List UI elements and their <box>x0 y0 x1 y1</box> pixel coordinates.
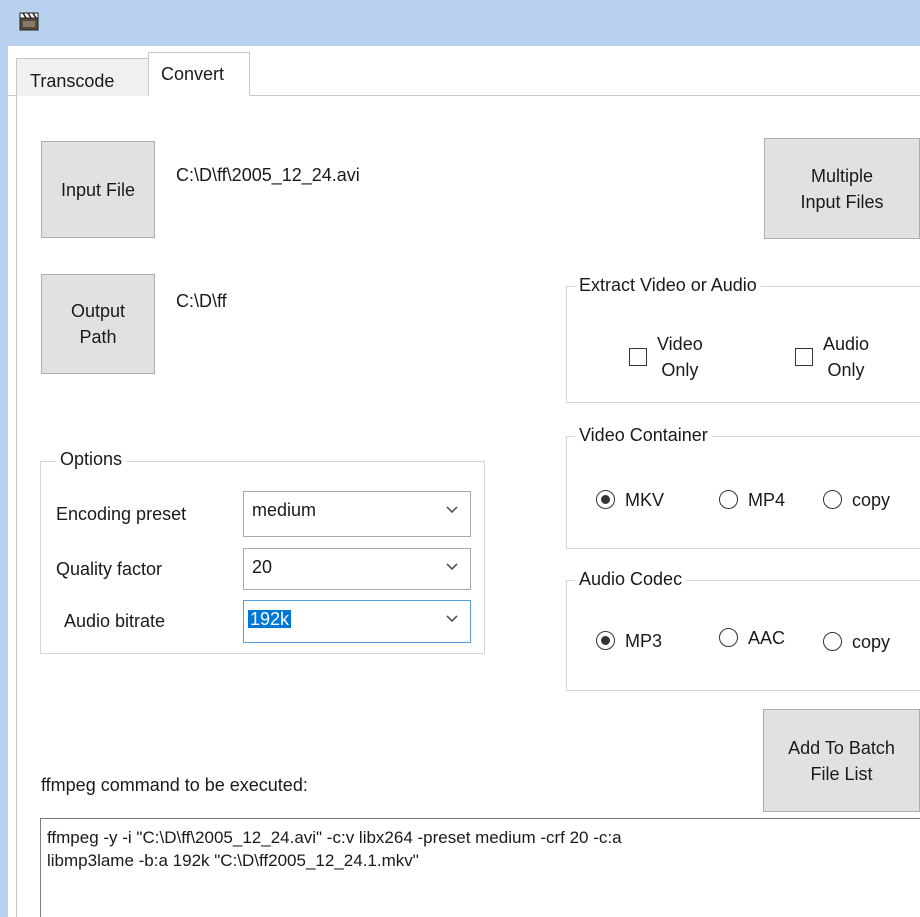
command-textbox[interactable]: ffmpeg -y -i "C:\D\ff\2005_12_24.avi" -c… <box>40 818 920 917</box>
command-caption: ffmpeg command to be executed: <box>41 775 308 795</box>
multiple-button-label-line1: Multiple <box>810 165 873 186</box>
radio-mkv-label: MKV <box>625 489 665 510</box>
add-to-batch-label-line2: File List <box>810 763 873 784</box>
tab-convert[interactable]: Convert <box>148 52 250 96</box>
multiple-input-files-button[interactable]: Multiple Input Files <box>764 138 920 239</box>
input-file-button[interactable]: Input File <box>41 141 155 238</box>
output-path-button-label-line2: Path <box>79 327 117 347</box>
radio-audio-copy-circle[interactable] <box>823 632 842 651</box>
radio-mkv-circle[interactable] <box>596 490 615 509</box>
extract-group-title: Extract Video or Audio <box>575 276 761 294</box>
video-container-group-title: Video Container <box>575 426 712 444</box>
audio-only-label-line1: Audio <box>823 334 870 354</box>
audio-codec-group-title: Audio Codec <box>575 570 687 588</box>
add-to-batch-label-line1: Add To Batch <box>788 737 895 758</box>
chevron-down-icon <box>446 506 458 514</box>
radio-mp4-circle[interactable] <box>719 490 738 509</box>
output-path-value: C:\D\ff <box>176 291 227 311</box>
video-only-label-line2: Only <box>661 360 699 380</box>
video-only-label-line1: Video <box>657 334 703 354</box>
input-file-path: C:\D\ff\2005_12_24.avi <box>176 165 360 185</box>
add-to-batch-button[interactable]: Add To Batch File List <box>763 709 920 812</box>
chevron-down-icon <box>446 615 458 623</box>
quality-factor-value: 20 <box>252 557 273 577</box>
tab-transcode[interactable]: Transcode <box>16 58 150 96</box>
radio-aac-label: AAC <box>748 627 786 648</box>
clapperboard-icon <box>19 12 39 31</box>
audio-bitrate-select[interactable]: 192k <box>243 600 471 643</box>
radio-audio-copy[interactable]: copy <box>823 632 890 651</box>
chevron-down-icon <box>446 563 458 571</box>
audio-bitrate-value: 192k <box>248 609 292 629</box>
audio-bitrate-label: Audio bitrate <box>64 611 166 631</box>
radio-mp3-circle[interactable] <box>596 631 615 650</box>
multiple-button-label-line2: Input Files <box>800 191 884 212</box>
quality-factor-label: Quality factor <box>56 559 163 579</box>
radio-video-copy-label: copy <box>852 489 891 510</box>
video-only-checkbox-box[interactable] <box>629 348 647 366</box>
audio-only-label: Audio Only <box>823 331 869 383</box>
options-group-title: Options <box>56 450 127 468</box>
radio-mkv[interactable]: MKV <box>596 490 664 509</box>
video-only-label: Video Only <box>657 331 703 383</box>
radio-video-copy-circle[interactable] <box>823 490 842 509</box>
radio-mp3-label: MP3 <box>625 630 663 651</box>
window-border <box>0 46 8 917</box>
audio-only-checkbox[interactable]: Audio Only <box>795 331 869 383</box>
radio-aac-circle[interactable] <box>719 628 738 647</box>
radio-audio-copy-label: copy <box>852 631 891 652</box>
encoding-preset-value: medium <box>252 500 317 520</box>
video-only-checkbox[interactable]: Video Only <box>629 331 703 383</box>
output-path-button-label-line1: Output <box>70 301 126 321</box>
encoding-preset-select[interactable]: medium <box>243 491 471 537</box>
audio-only-label-line2: Only <box>827 360 865 380</box>
audio-only-checkbox-box[interactable] <box>795 348 813 366</box>
radio-aac[interactable]: AAC <box>719 628 785 647</box>
radio-mp4-label: MP4 <box>748 489 786 510</box>
output-path-button[interactable]: Output Path <box>41 274 155 374</box>
radio-video-copy[interactable]: copy <box>823 490 890 509</box>
radio-mp3[interactable]: MP3 <box>596 631 662 650</box>
encoding-preset-label: Encoding preset <box>56 504 187 524</box>
quality-factor-select[interactable]: 20 <box>243 548 471 590</box>
title-bar <box>0 0 920 46</box>
input-file-button-label: Input File <box>60 179 136 200</box>
radio-mp4[interactable]: MP4 <box>719 490 785 509</box>
